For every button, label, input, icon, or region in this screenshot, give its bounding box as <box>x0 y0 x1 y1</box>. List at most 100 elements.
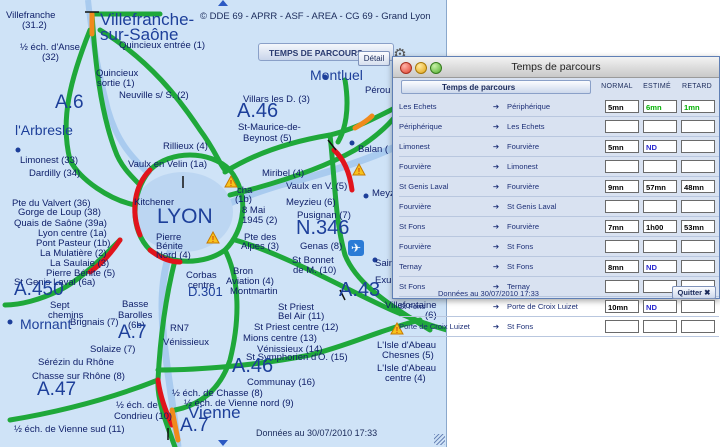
table-row[interactable]: St Genis Laval ➔ Fourvière 9mn 57mn 48mn <box>399 176 719 197</box>
table-row[interactable]: Limonest ➔ Fourvière 5mn ND <box>399 136 719 157</box>
map-label[interactable]: Rillieux (4) <box>163 141 208 152</box>
map-label[interactable]: Dardilly (34) <box>29 168 80 179</box>
window-titlebar[interactable]: Temps de parcours <box>393 57 719 78</box>
map-label[interactable]: Vaulx en V. (5) <box>286 181 347 192</box>
table-row[interactable]: Ternay ➔ St Fons 8mn ND <box>399 256 719 277</box>
data-timestamp: Données au 30/07/2010 17:33 <box>256 428 378 438</box>
retard-time-field <box>681 120 715 133</box>
road-or-city-label: A.46 <box>232 355 274 377</box>
warning-icon[interactable]: ! <box>352 163 366 176</box>
road-or-city-label: A.7 <box>118 322 147 343</box>
scroll-up-arrow-icon[interactable] <box>218 0 228 6</box>
normal-time-field: 5mn <box>605 140 639 153</box>
map-label[interactable]: Communay (16) <box>247 377 315 388</box>
warning-icon[interactable]: ! <box>206 231 220 244</box>
warning-icon[interactable]: ! <box>224 175 238 188</box>
normal-time-field: 7mn <box>605 220 639 233</box>
map-label[interactable]: 1945 (2) <box>242 215 277 226</box>
road-or-city-label: A.43 <box>339 279 381 301</box>
map-label[interactable]: Condrieu (10) <box>114 411 172 422</box>
map-label[interactable]: centre (4) <box>385 373 426 384</box>
arrow-right-icon: ➔ <box>485 136 507 157</box>
origin-cell: Périphérique <box>399 116 485 137</box>
map-label[interactable]: (31.2) <box>22 20 47 31</box>
map-label[interactable]: Solaize (7) <box>90 344 135 355</box>
map-label[interactable]: Bel Air (11) <box>278 311 324 322</box>
table-row[interactable]: St Fons ➔ Porte de Croix Luizet 10mn ND <box>399 296 719 317</box>
svg-text:!: ! <box>230 179 232 188</box>
map-label[interactable]: RN7 <box>170 323 189 334</box>
destination-cell: Porte de Croix Luizet <box>507 296 605 317</box>
map-label[interactable]: Meyzieu (6) <box>286 197 336 208</box>
destination-cell: Fourvière <box>507 176 605 197</box>
map-label[interactable]: Gorge de Loup (38) <box>18 207 101 218</box>
map-label[interactable]: ½ éch. de <box>116 400 158 411</box>
table-row[interactable]: St Fons ➔ Fourvière 7mn 1h00 53mn <box>399 216 719 237</box>
table-row[interactable]: Fourvière ➔ St Fons <box>399 236 719 257</box>
map-label[interactable]: (32) <box>42 52 59 63</box>
estime-time-field <box>643 200 677 213</box>
origin-cell: St Genis Laval <box>399 176 485 197</box>
map-label[interactable]: Balan ( <box>358 144 388 155</box>
road-or-city-label: N.346 <box>296 217 350 239</box>
map-label[interactable]: Vénissieux <box>163 337 209 348</box>
map-label[interactable]: Basse <box>122 299 148 310</box>
detail-button[interactable]: Détail <box>358 51 390 66</box>
estime-time-field <box>643 120 677 133</box>
road-or-city-label: A.47 <box>37 379 77 400</box>
retard-time-field: 53mn <box>681 220 715 233</box>
road-or-city-label: A.450 <box>14 279 64 300</box>
map-label[interactable]: Alpes (3) <box>241 241 279 252</box>
map-label[interactable]: Genas (8) <box>300 241 342 252</box>
col-retard-header: RETARD <box>681 83 713 90</box>
map-label[interactable]: Mions centre (13) <box>243 333 317 344</box>
map-label[interactable]: Limonest (33) <box>20 155 78 166</box>
map-label[interactable]: Sérézin du Rhône <box>38 357 114 368</box>
table-row[interactable]: Fourvière ➔ St Genis Laval <box>399 196 719 217</box>
resize-handle[interactable] <box>434 434 445 445</box>
map-label[interactable]: St-Maurice-de- <box>238 122 301 133</box>
map-label[interactable]: St Priest centre (12) <box>254 322 338 333</box>
destination-cell: St Genis Laval <box>507 196 605 217</box>
traffic-map[interactable]: © DDE 69 - APRR - ASF - AREA - CG 69 - G… <box>0 0 447 447</box>
svg-text:!: ! <box>212 235 214 244</box>
window-title: Temps de parcours <box>511 61 601 73</box>
table-row[interactable]: Périphérique ➔ Les Echets <box>399 116 719 137</box>
travel-times-header: Temps de parcours <box>401 80 591 94</box>
map-label[interactable]: Vaulx en Velin (1a) <box>128 159 207 170</box>
normal-time-field <box>605 280 639 293</box>
table-row[interactable]: Les Echets ➔ Périphérique 5mn 6mn 1mn <box>399 97 719 117</box>
destination-cell: Fourvière <box>507 136 605 157</box>
map-label[interactable]: sortie (1) <box>97 78 134 89</box>
map-label[interactable]: Pérou <box>365 85 390 96</box>
normal-time-field <box>605 160 639 173</box>
arrow-right-icon: ➔ <box>485 97 507 117</box>
map-label[interactable]: Nord (4) <box>156 250 191 261</box>
table-row[interactable]: Fourvière ➔ Limonest <box>399 156 719 177</box>
map-label[interactable]: Miribel (4) <box>262 168 304 179</box>
airplane-icon: ✈ <box>348 240 364 256</box>
origin-cell: Fourvière <box>399 196 485 217</box>
svg-text:!: ! <box>396 326 398 335</box>
normal-time-field: 5mn <box>605 100 639 113</box>
scroll-down-arrow-icon[interactable] <box>218 440 228 446</box>
origin-cell: Limonest <box>399 136 485 157</box>
quit-button[interactable]: Quitter ✖ <box>672 286 716 299</box>
map-label[interactable]: Beynost (5) <box>243 133 292 144</box>
map-label[interactable]: (1b) <box>235 194 252 205</box>
map-label[interactable]: de M. (10) <box>293 265 336 276</box>
normal-time-field <box>605 320 639 333</box>
table-row[interactable]: Porte de Croix Luizet ➔ St Fons <box>399 316 719 337</box>
map-label[interactable]: Chesnes (5) <box>382 350 434 361</box>
col-estime-header: ESTIMÉ <box>643 83 671 90</box>
retard-time-field <box>681 300 715 313</box>
destination-cell: St Fons <box>507 256 605 277</box>
map-label[interactable]: ½ éch. de Vienne sud (11) <box>14 424 125 435</box>
retard-time-field: 48mn <box>681 180 715 193</box>
map-label[interactable]: Montmartin <box>230 286 278 297</box>
arrow-right-icon: ➔ <box>485 296 507 317</box>
map-label[interactable]: Neuville s/ S. (2) <box>119 90 189 101</box>
retard-time-field <box>681 240 715 253</box>
road-or-city-label: D.301 <box>188 284 223 299</box>
map-label[interactable]: Brignais (7) <box>70 317 119 328</box>
